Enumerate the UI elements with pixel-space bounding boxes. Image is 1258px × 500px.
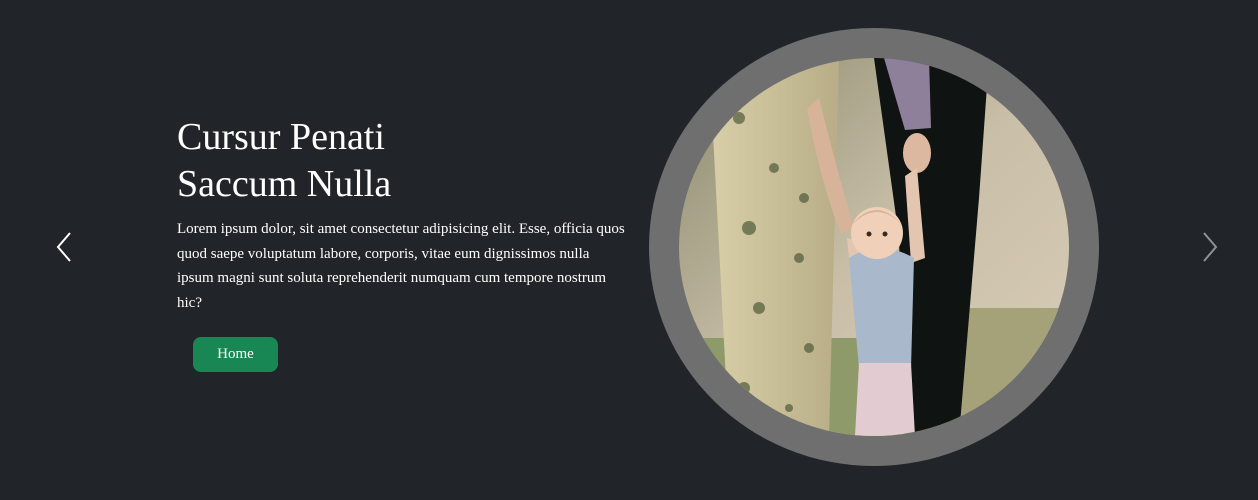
slide-title-line-1: Cursur Penati (177, 116, 385, 158)
hero-carousel: Cursur Penati Saccum Nulla Lorem ipsum d… (0, 0, 1258, 500)
slide-title: Cursur Penati Saccum Nulla (177, 114, 637, 208)
chevron-right-icon (1203, 232, 1218, 262)
carousel-next-button[interactable] (1192, 228, 1228, 266)
family-photo (679, 58, 1069, 436)
carousel-prev-button[interactable] (46, 228, 82, 266)
slide-description: Lorem ipsum dolor, sit amet consectetur … (177, 221, 625, 311)
home-button[interactable]: Home (193, 337, 278, 372)
chevron-left-icon (56, 232, 71, 262)
slide-caption: Cursur Penati Saccum Nulla Lorem ipsum d… (177, 114, 637, 372)
photo-frame (649, 28, 1099, 466)
slide-title-line-2: Saccum Nulla (177, 163, 392, 205)
